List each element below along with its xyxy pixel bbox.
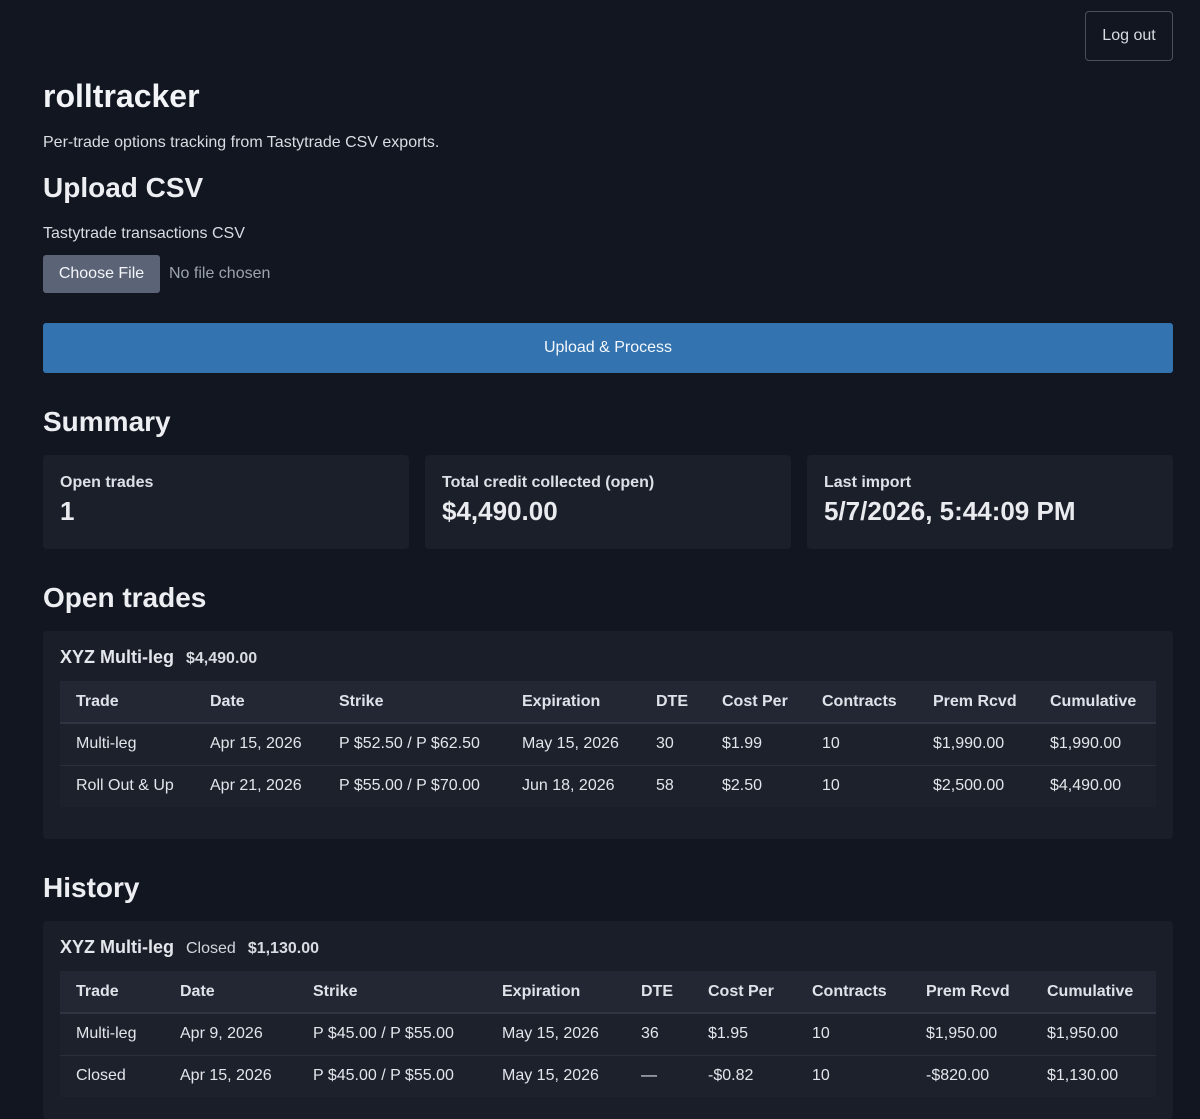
column-header: DTE <box>625 971 692 1014</box>
table-cell: 36 <box>625 1013 692 1056</box>
column-header: Prem Rcvd <box>917 681 1034 724</box>
summary-card-label: Total credit collected (open) <box>442 474 655 491</box>
column-header: Expiration <box>486 971 625 1014</box>
table-row: Closed Apr 15, 2026 P $45.00 / P $55.00 … <box>60 1055 1156 1097</box>
summary-card-open-trades: Open trades 1 <box>43 455 409 549</box>
summary-card-total-credit: Total credit collected (open) $4,490.00 <box>425 455 791 549</box>
file-status-text: No file chosen <box>169 265 271 282</box>
table-cell: 10 <box>796 1055 910 1097</box>
table-cell: $1,990.00 <box>1034 723 1156 766</box>
summary-card-label: Last import <box>824 474 912 491</box>
column-header: Strike <box>323 681 506 724</box>
summary-heading: Summary <box>43 406 171 437</box>
column-header: Cumulative <box>1034 681 1156 724</box>
app-title: rolltracker <box>43 78 200 114</box>
logout-button[interactable]: Log out <box>1085 11 1173 61</box>
table-row: Roll Out & Up Apr 21, 2026 P $55.00 / P … <box>60 765 1156 807</box>
table-cell: Apr 15, 2026 <box>164 1055 297 1097</box>
upload-heading: Upload CSV <box>43 172 204 203</box>
table-cell: -$0.82 <box>692 1055 796 1097</box>
summary-card-value: 5/7/2026, 5:44:09 PM <box>824 496 1076 526</box>
history-trade-group: XYZ Multi-leg Closed $1,130.00 Trade Dat… <box>43 921 1173 1119</box>
table-cell: Closed <box>60 1055 164 1097</box>
table-cell: 10 <box>796 1013 910 1056</box>
table-cell: 10 <box>806 765 917 807</box>
table-header-row: Trade Date Strike Expiration DTE Cost Pe… <box>60 681 1156 724</box>
trade-group-header: XYZ Multi-leg Closed $1,130.00 <box>60 937 1156 963</box>
table-cell: 30 <box>640 723 706 766</box>
trade-symbol: XYZ Multi-leg <box>60 647 174 667</box>
file-input-label: Tastytrade transactions CSV <box>43 225 245 242</box>
table-cell: 10 <box>806 723 917 766</box>
table-cell: P $45.00 / P $55.00 <box>297 1013 486 1056</box>
column-header: Date <box>194 681 323 724</box>
column-header: Strike <box>297 971 486 1014</box>
table-row: Multi-leg Apr 9, 2026 P $45.00 / P $55.0… <box>60 1013 1156 1056</box>
column-header: Trade <box>60 681 194 724</box>
table-cell: $1.99 <box>706 723 806 766</box>
table-cell: Apr 15, 2026 <box>194 723 323 766</box>
summary-card-last-import: Last import 5/7/2026, 5:44:09 PM <box>807 455 1173 549</box>
column-header: DTE <box>640 681 706 724</box>
trade-total: $4,490.00 <box>186 650 258 667</box>
table-cell: May 15, 2026 <box>486 1055 625 1097</box>
trade-symbol: XYZ Multi-leg <box>60 937 174 957</box>
summary-card-label: Open trades <box>60 474 154 491</box>
open-trades-heading: Open trades <box>43 582 207 613</box>
table-cell: P $52.50 / P $62.50 <box>323 723 506 766</box>
table-cell: Multi-leg <box>60 1013 164 1056</box>
table-cell: $2,500.00 <box>917 765 1034 807</box>
table-cell: $1.95 <box>692 1013 796 1056</box>
table-cell: May 15, 2026 <box>486 1013 625 1056</box>
open-trade-group: XYZ Multi-leg $4,490.00 Trade Date Strik… <box>43 631 1173 839</box>
open-trades-table: Trade Date Strike Expiration DTE Cost Pe… <box>60 681 1156 807</box>
column-header: Cost Per <box>706 681 806 724</box>
column-header: Cumulative <box>1031 971 1156 1014</box>
table-header-row: Trade Date Strike Expiration DTE Cost Pe… <box>60 971 1156 1014</box>
column-header: Date <box>164 971 297 1014</box>
column-header: Cost Per <box>692 971 796 1014</box>
column-header: Prem Rcvd <box>910 971 1031 1014</box>
table-cell: Roll Out & Up <box>60 765 194 807</box>
column-header: Trade <box>60 971 164 1014</box>
table-cell: Apr 21, 2026 <box>194 765 323 807</box>
choose-file-button[interactable]: Choose File <box>43 255 160 293</box>
table-cell: -$820.00 <box>910 1055 1031 1097</box>
table-cell: May 15, 2026 <box>506 723 640 766</box>
column-header: Contracts <box>806 681 917 724</box>
trade-status: Closed <box>186 940 236 957</box>
summary-card-value: $4,490.00 <box>442 496 558 526</box>
table-row: Multi-leg Apr 15, 2026 P $52.50 / P $62.… <box>60 723 1156 766</box>
table-cell: — <box>625 1055 692 1097</box>
table-cell: $1,950.00 <box>1031 1013 1156 1056</box>
table-cell: P $45.00 / P $55.00 <box>297 1055 486 1097</box>
column-header: Expiration <box>506 681 640 724</box>
table-cell: $1,130.00 <box>1031 1055 1156 1097</box>
app-subtitle: Per-trade options tracking from Tastytra… <box>43 134 440 151</box>
upload-process-button[interactable]: Upload & Process <box>43 323 1173 373</box>
page: Log out rolltracker Per-trade options tr… <box>0 0 1200 1119</box>
table-cell: $1,990.00 <box>917 723 1034 766</box>
column-header: Contracts <box>796 971 910 1014</box>
table-cell: $1,950.00 <box>910 1013 1031 1056</box>
table-cell: Multi-leg <box>60 723 194 766</box>
history-table: Trade Date Strike Expiration DTE Cost Pe… <box>60 971 1156 1097</box>
table-cell: P $55.00 / P $70.00 <box>323 765 506 807</box>
summary-card-value: 1 <box>60 496 75 526</box>
table-cell: Jun 18, 2026 <box>506 765 640 807</box>
history-heading: History <box>43 872 140 903</box>
trade-group-header: XYZ Multi-leg $4,490.00 <box>60 647 1156 673</box>
table-cell: Apr 9, 2026 <box>164 1013 297 1056</box>
trade-total: $1,130.00 <box>247 940 319 957</box>
table-cell: $2.50 <box>706 765 806 807</box>
table-cell: $4,490.00 <box>1034 765 1156 807</box>
table-cell: 58 <box>640 765 706 807</box>
